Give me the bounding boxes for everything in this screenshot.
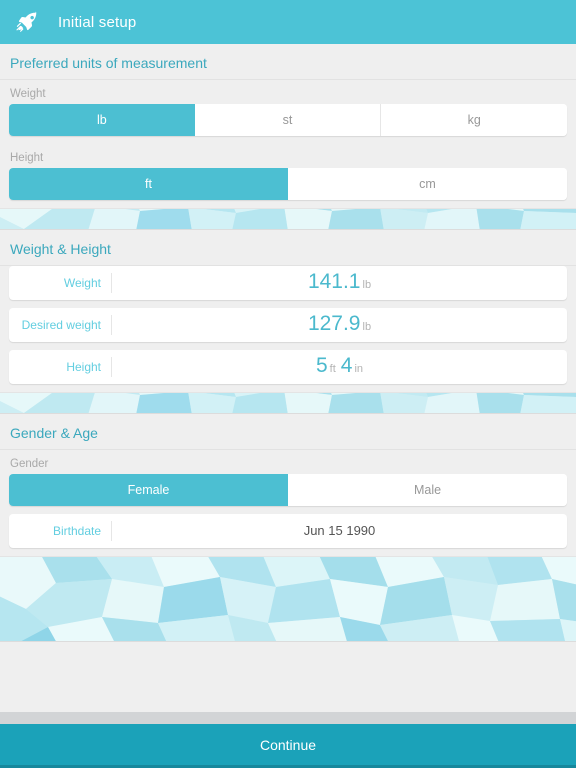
desired-weight-value-unit: lb (362, 320, 372, 333)
measurements-section-title: Weight & Height (0, 230, 576, 266)
birthdate-row[interactable]: Birthdate Jun 15 1990 (9, 514, 567, 548)
initial-setup-screen: Initial setup Preferred units of measure… (0, 0, 576, 768)
desired-weight-row-label: Desired weight (9, 315, 112, 335)
weight-unit-label: Weight (10, 88, 46, 100)
gender-option-male[interactable]: Male (288, 474, 567, 506)
continue-button[interactable]: Continue (0, 724, 576, 768)
gender-option-female[interactable]: Female (9, 474, 288, 506)
height-unit-feet: ft (329, 362, 336, 375)
birthdate-row-label: Birthdate (9, 521, 112, 541)
desired-weight-row-value[interactable]: 127.9 lb (112, 312, 567, 339)
weight-unit-option-kg[interactable]: kg (381, 104, 567, 136)
rocket-icon (14, 9, 40, 35)
weight-value-number: 141.1 (307, 269, 361, 293)
weight-unit-option-lb[interactable]: lb (9, 104, 195, 136)
height-unit-inches: in (354, 362, 364, 375)
weight-row-value[interactable]: 141.1 lb (112, 270, 567, 297)
birthdate-row-value[interactable]: Jun 15 1990 (112, 519, 567, 543)
decorative-pattern-band-1 (0, 208, 576, 230)
height-unit-option-ft[interactable]: ft (9, 168, 288, 200)
footer-divider (0, 712, 576, 724)
setup-form: Preferred units of measurement Weight lb… (0, 44, 576, 712)
gender-label: Gender (10, 458, 49, 470)
height-unit-segmented-control[interactable]: ft cm (9, 168, 567, 200)
content-spacer (0, 642, 576, 712)
weight-row[interactable]: Weight 141.1 lb (9, 266, 567, 300)
page-title: Initial setup (58, 13, 137, 31)
gender-segmented-control[interactable]: Female Male (9, 474, 567, 506)
units-section-title: Preferred units of measurement (0, 44, 576, 80)
height-value-inches: 4 (340, 353, 353, 377)
height-row-value[interactable]: 5 ft 4 in (112, 354, 567, 381)
height-unit-label: Height (10, 152, 44, 164)
gender-section-title: Gender & Age (0, 414, 576, 450)
height-unit-option-cm[interactable]: cm (288, 168, 567, 200)
decorative-pattern-band-3 (0, 556, 576, 642)
decorative-pattern-band-2 (0, 392, 576, 414)
height-row[interactable]: Height 5 ft 4 in (9, 350, 567, 384)
desired-weight-value-number: 127.9 (307, 311, 361, 335)
app-header: Initial setup (0, 0, 576, 44)
weight-unit-option-st[interactable]: st (194, 104, 382, 136)
weight-unit-segmented-control[interactable]: lb st kg (9, 104, 567, 136)
height-row-label: Height (9, 357, 112, 377)
desired-weight-row[interactable]: Desired weight 127.9 lb (9, 308, 567, 342)
weight-row-label: Weight (9, 273, 112, 293)
height-value-feet: 5 (315, 353, 328, 377)
weight-value-unit: lb (362, 278, 372, 291)
